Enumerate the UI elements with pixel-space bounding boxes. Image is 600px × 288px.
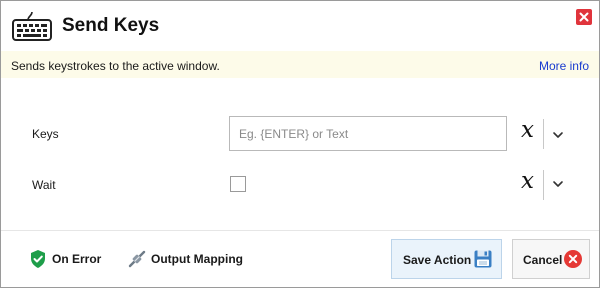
cancel-button[interactable]: Cancel (512, 239, 590, 279)
wait-label: Wait (32, 178, 56, 192)
keyboard-icon (11, 11, 53, 43)
output-mapping-label: Output Mapping (151, 252, 243, 266)
info-bar: Sends keystrokes to the active window. M… (1, 51, 599, 78)
divider (543, 170, 544, 200)
title-bar: Send Keys (1, 1, 599, 51)
keys-label: Keys (32, 127, 59, 141)
output-mapping-button[interactable]: Output Mapping (127, 249, 247, 269)
footer-divider (1, 230, 599, 231)
close-icon (579, 12, 589, 22)
more-info-link[interactable]: More info (539, 59, 589, 73)
shield-check-icon (31, 250, 45, 268)
send-keys-dialog: Send Keys Sends keystrokes to the active… (0, 0, 600, 288)
save-action-label: Save Action (403, 253, 472, 267)
keys-input[interactable] (229, 116, 507, 151)
divider (543, 119, 544, 149)
variable-x-icon[interactable]: x (521, 168, 534, 194)
wait-checkbox[interactable] (230, 176, 246, 192)
variable-x-icon[interactable]: x (521, 117, 534, 143)
chevron-down-icon[interactable] (551, 130, 565, 140)
cancel-circle-icon (564, 250, 582, 268)
dialog-title: Send Keys (62, 15, 160, 36)
floppy-disk-icon (474, 250, 492, 268)
on-error-label: On Error (52, 252, 102, 266)
on-error-button[interactable]: On Error (28, 249, 108, 269)
cancel-label: Cancel (523, 253, 563, 267)
chevron-down-icon[interactable] (551, 179, 565, 189)
close-button[interactable] (576, 9, 592, 25)
save-action-button[interactable]: Save Action (391, 239, 502, 279)
action-description: Sends keystrokes to the active window. (11, 59, 220, 73)
mapping-icon (128, 250, 146, 268)
